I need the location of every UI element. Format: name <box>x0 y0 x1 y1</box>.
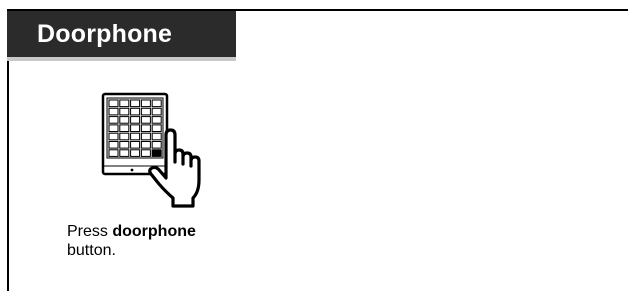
section-title-underline <box>7 57 236 61</box>
keypad-key <box>108 107 119 116</box>
keypad-key <box>130 124 141 133</box>
keypad-key <box>151 107 162 116</box>
keypad-key <box>151 124 162 133</box>
keypad-key <box>108 132 119 141</box>
keypad-key <box>130 141 141 149</box>
keypad-key <box>119 116 130 124</box>
keypad-key <box>130 149 141 157</box>
keypad-key <box>151 116 162 124</box>
keypad-key <box>130 107 141 116</box>
keypad-key <box>119 99 130 108</box>
keypad-key <box>119 124 130 133</box>
keypad-key <box>108 124 119 133</box>
keypad-key <box>108 99 119 108</box>
keypad-key <box>140 132 151 141</box>
keypad-key <box>140 99 151 108</box>
keypad-key <box>108 141 119 149</box>
keypad-key <box>119 149 130 157</box>
keypad-key <box>130 99 141 108</box>
doorphone-key <box>151 149 162 157</box>
keypad-key <box>140 124 151 133</box>
keypad-key <box>108 116 119 124</box>
instruction-button-name: doorphone <box>112 223 196 240</box>
keypad-key <box>140 141 151 149</box>
keypad-key <box>140 107 151 116</box>
keypad-key <box>140 116 151 124</box>
phone-indicator-dot <box>130 168 134 172</box>
keypad-key <box>130 132 141 141</box>
keypad-key <box>151 99 162 108</box>
keypad-key <box>108 149 119 157</box>
section-title: Doorphone <box>7 11 236 57</box>
step-instruction: Press doorphone button. <box>67 222 267 260</box>
keypad-key <box>140 149 151 157</box>
keypad-key <box>119 107 130 116</box>
keypad-key <box>119 141 130 149</box>
keypad-key <box>151 132 162 141</box>
keypad-key <box>151 141 162 149</box>
instruction-suffix: button. <box>67 242 116 259</box>
instruction-prefix: Press <box>67 223 113 240</box>
keypad-key <box>130 116 141 124</box>
keypad-press-icon <box>96 88 216 218</box>
keypad-key <box>119 132 130 141</box>
